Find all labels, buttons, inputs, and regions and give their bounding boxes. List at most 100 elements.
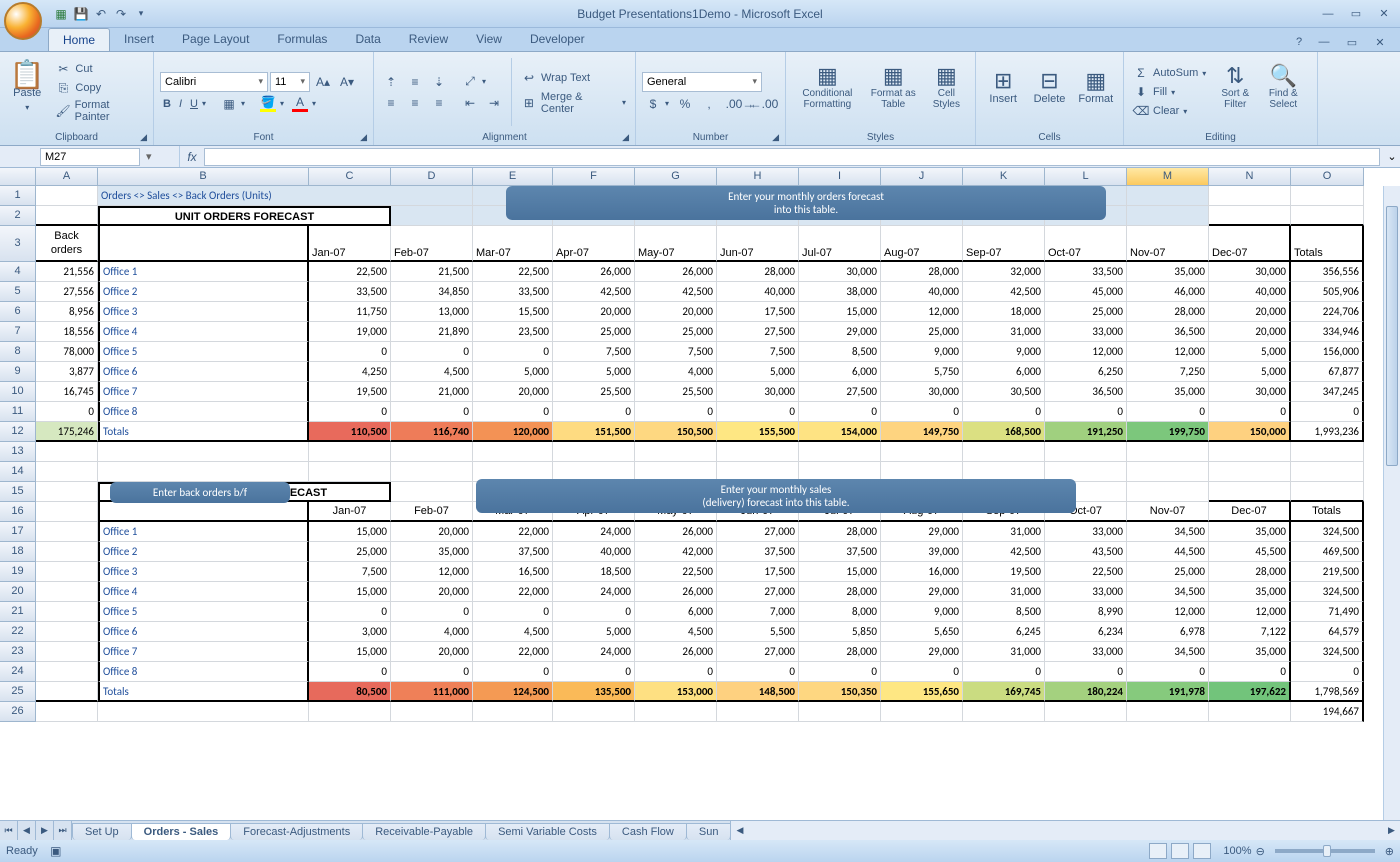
cell[interactable]: May-07 xyxy=(635,226,717,262)
cell[interactable]: 17,500 xyxy=(717,562,799,582)
cell[interactable]: 80,500 xyxy=(309,682,391,702)
font-color-button[interactable]: A▾ xyxy=(289,95,319,113)
insert-cells-button[interactable]: ⊞Insert xyxy=(982,54,1024,124)
cell[interactable]: Office 1 xyxy=(98,522,309,542)
cell[interactable]: 35,000 xyxy=(391,542,473,562)
column-header[interactable]: H xyxy=(717,168,799,186)
cell[interactable]: 150,000 xyxy=(1209,422,1291,442)
macro-record-icon[interactable]: ▣ xyxy=(48,843,64,859)
cell[interactable]: Feb-07 xyxy=(391,502,473,522)
cell[interactable]: 16,745 xyxy=(36,382,98,402)
cell[interactable]: 26,000 xyxy=(553,262,635,282)
cell[interactable]: Office 7 xyxy=(98,382,309,402)
italic-button[interactable]: I xyxy=(176,97,185,111)
grow-font-button[interactable]: A▴ xyxy=(312,73,334,91)
row-header[interactable]: 19 xyxy=(0,562,36,582)
comma-button[interactable]: , xyxy=(698,95,720,113)
copy-button[interactable]: ⎘Copy xyxy=(52,79,147,97)
cell[interactable]: 30,000 xyxy=(881,382,963,402)
cell[interactable] xyxy=(553,442,635,462)
zoom-out-button[interactable]: ⊖ xyxy=(1256,845,1265,858)
align-right-button[interactable]: ≡ xyxy=(428,94,450,112)
cell[interactable]: 40,000 xyxy=(553,542,635,562)
cell[interactable] xyxy=(1291,442,1364,462)
cell[interactable] xyxy=(963,442,1045,462)
tab-insert[interactable]: Insert xyxy=(110,28,168,51)
cell[interactable]: 197,622 xyxy=(1209,682,1291,702)
cell[interactable]: 27,500 xyxy=(717,322,799,342)
cell[interactable]: Office 3 xyxy=(98,302,309,322)
cell[interactable]: 0 xyxy=(799,662,881,682)
restore-button[interactable]: ▭ xyxy=(1344,6,1368,22)
cell[interactable]: 33,500 xyxy=(473,282,553,302)
cell[interactable]: 0 xyxy=(309,662,391,682)
cell[interactable]: Feb-07 xyxy=(391,226,473,262)
cell[interactable]: 20,000 xyxy=(391,522,473,542)
cell[interactable]: 35,000 xyxy=(1209,582,1291,602)
column-header[interactable]: M xyxy=(1127,168,1209,186)
tab-first-icon[interactable]: ⏮ xyxy=(0,821,18,840)
cell[interactable]: 29,000 xyxy=(881,522,963,542)
cell[interactable]: 0 xyxy=(635,402,717,422)
cell[interactable]: 120,000 xyxy=(473,422,553,442)
cell[interactable] xyxy=(1209,206,1291,226)
cell[interactable]: 9,000 xyxy=(881,602,963,622)
cell[interactable] xyxy=(799,442,881,462)
cell[interactable]: 469,500 xyxy=(1291,542,1364,562)
fill-color-button[interactable]: 🪣▾ xyxy=(257,95,287,113)
row-header[interactable]: 9 xyxy=(0,362,36,382)
row-header[interactable]: 26 xyxy=(0,702,36,722)
cell[interactable] xyxy=(36,562,98,582)
cell[interactable]: Back orders xyxy=(36,226,98,262)
cell[interactable]: 7,250 xyxy=(1127,362,1209,382)
cell[interactable] xyxy=(391,206,473,226)
cell[interactable]: 26,000 xyxy=(635,522,717,542)
cell[interactable]: 9,000 xyxy=(881,342,963,362)
cell[interactable]: 46,000 xyxy=(1127,282,1209,302)
cell[interactable]: 71,490 xyxy=(1291,602,1364,622)
doc-close-button[interactable]: ✕ xyxy=(1368,34,1392,50)
cell[interactable]: 22,000 xyxy=(473,642,553,662)
cell[interactable] xyxy=(98,462,309,482)
cell[interactable]: 25,000 xyxy=(1045,302,1127,322)
cell[interactable] xyxy=(1127,442,1209,462)
cell[interactable]: 27,000 xyxy=(717,582,799,602)
row-header[interactable]: 4 xyxy=(0,262,36,282)
cell[interactable]: Orders <> Sales <> Back Orders (Units) xyxy=(98,186,473,206)
cell[interactable] xyxy=(1209,462,1291,482)
cell[interactable]: 149,750 xyxy=(881,422,963,442)
cell[interactable]: 0 xyxy=(309,402,391,422)
row-header[interactable]: 25 xyxy=(0,682,36,702)
cell[interactable]: 7,122 xyxy=(1209,622,1291,642)
cell[interactable]: 154,000 xyxy=(799,422,881,442)
cell[interactable]: 20,000 xyxy=(391,582,473,602)
cell[interactable]: 6,000 xyxy=(635,602,717,622)
cell[interactable]: 42,000 xyxy=(635,542,717,562)
cell[interactable]: 33,000 xyxy=(1045,522,1127,542)
column-header[interactable]: E xyxy=(473,168,553,186)
cell[interactable] xyxy=(881,702,963,722)
cell[interactable]: 30,500 xyxy=(963,382,1045,402)
cell[interactable]: 347,245 xyxy=(1291,382,1364,402)
cell[interactable]: 35,000 xyxy=(1209,522,1291,542)
cell[interactable]: 12,000 xyxy=(391,562,473,582)
cell[interactable]: 37,500 xyxy=(473,542,553,562)
cell[interactable]: 31,000 xyxy=(963,642,1045,662)
name-box-dropdown-icon[interactable]: ▾ xyxy=(140,150,158,163)
cell[interactable]: 505,906 xyxy=(1291,282,1364,302)
cell[interactable]: 6,250 xyxy=(1045,362,1127,382)
save-icon[interactable]: 💾 xyxy=(72,5,90,23)
cell[interactable]: 224,706 xyxy=(1291,302,1364,322)
cell[interactable]: 191,978 xyxy=(1127,682,1209,702)
cell[interactable]: 0 xyxy=(963,662,1045,682)
cell[interactable] xyxy=(799,702,881,722)
cell[interactable]: 0 xyxy=(1127,662,1209,682)
cell[interactable] xyxy=(1291,482,1364,502)
cell[interactable]: Office 4 xyxy=(98,582,309,602)
cell[interactable] xyxy=(1209,186,1291,206)
cell[interactable]: 7,000 xyxy=(717,602,799,622)
cell[interactable]: 334,946 xyxy=(1291,322,1364,342)
cell[interactable]: 151,500 xyxy=(553,422,635,442)
formula-input[interactable] xyxy=(204,148,1380,166)
cell[interactable] xyxy=(717,702,799,722)
